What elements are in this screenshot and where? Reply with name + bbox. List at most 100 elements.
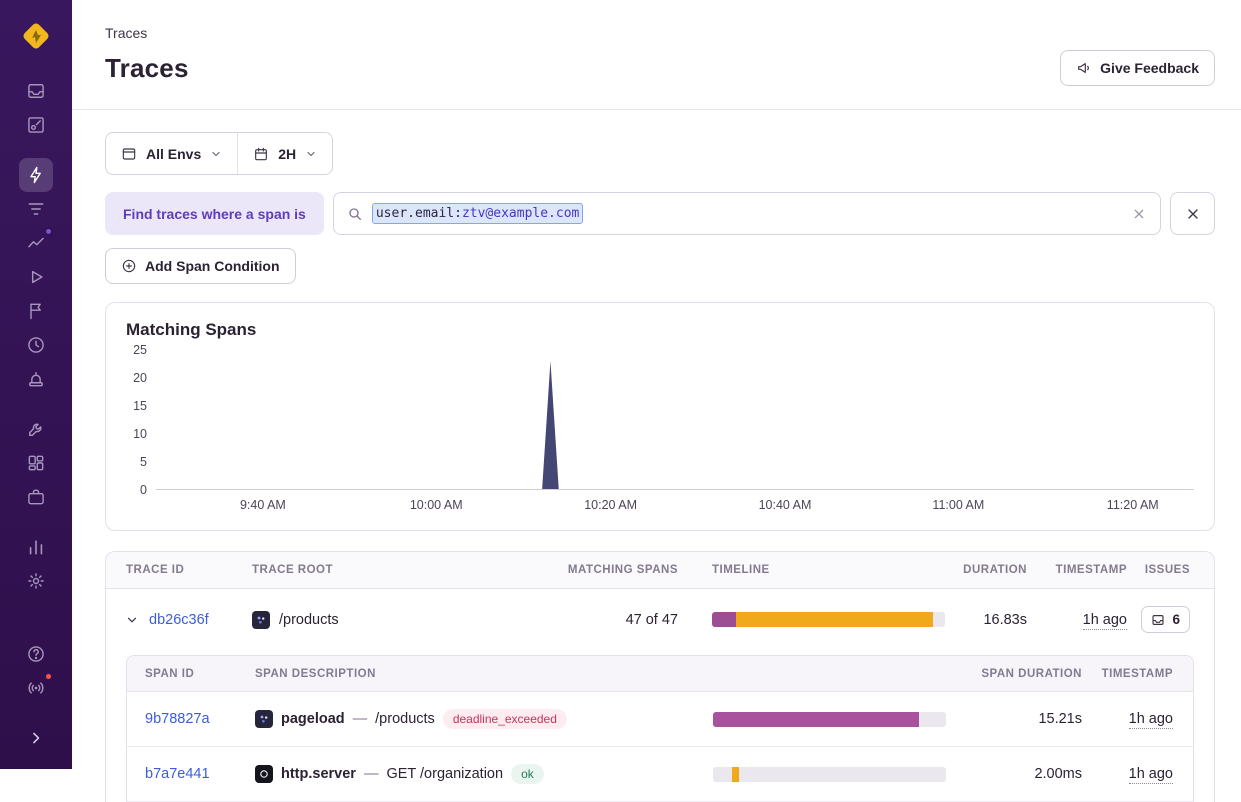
column-header-span-duration: SPAN DURATION <box>953 668 1082 680</box>
span-status-badge: deadline_exceeded <box>443 709 567 729</box>
sidebar-item-insights[interactable] <box>19 192 53 226</box>
breadcrumb[interactable]: Traces <box>105 0 1215 41</box>
search-token-key: user.email: <box>376 206 462 221</box>
timeline-segment <box>712 612 736 627</box>
sidebar-item-projects[interactable] <box>19 480 53 514</box>
span-row: 9b78827a pageload — /products deadline_e… <box>127 692 1193 747</box>
issues-count: 6 <box>1172 612 1180 627</box>
span-id-link[interactable]: 9b78827a <box>145 711 210 727</box>
time-range-filter[interactable]: 2H <box>237 133 332 174</box>
page-filter-bar: All Envs 2H <box>105 132 333 175</box>
insights-icon <box>26 199 46 219</box>
stats-icon <box>26 537 46 557</box>
sidebar-item-whats-new[interactable] <box>19 671 53 705</box>
explore-icon <box>26 115 46 135</box>
duration-value: 16.83s <box>952 612 1027 628</box>
sidebar-item-explore[interactable] <box>19 108 53 142</box>
column-header-duration: DURATION <box>952 564 1027 576</box>
sidebar-item-traces[interactable] <box>19 158 53 192</box>
environment-filter[interactable]: All Envs <box>106 133 237 174</box>
main-content: Traces Traces Give Feedback All Envs <box>72 0 1241 769</box>
chart-body: 2520151050 9:40 AM10:00 AM10:20 AM10:40 … <box>126 350 1194 518</box>
tools-icon <box>26 419 46 439</box>
sidebar-item-alerts[interactable] <box>19 362 53 396</box>
chart-x-axis: 9:40 AM10:00 AM10:20 AM10:40 AM11:00 AM1… <box>156 490 1194 518</box>
timestamp-value: 1h ago <box>1129 711 1173 729</box>
releases-icon <box>26 301 46 321</box>
sidebar-item-replays[interactable] <box>19 260 53 294</box>
span-duration-value: 15.21s <box>953 711 1082 727</box>
chart-plot-column: 9:40 AM10:00 AM10:20 AM10:40 AM11:00 AM1… <box>156 350 1194 518</box>
close-icon <box>1185 206 1201 222</box>
add-condition-row: Add Span Condition <box>105 248 1215 284</box>
chart-y-axis: 2520151050 <box>126 343 156 497</box>
chart-title: Matching Spans <box>126 320 1194 340</box>
chevron-right-icon <box>26 728 46 748</box>
sidebar-collapse-toggle[interactable] <box>19 721 53 755</box>
remove-condition-button[interactable] <box>1170 192 1215 235</box>
clear-search-icon[interactable] <box>1131 206 1147 222</box>
column-header-issues: ISSUES <box>1127 564 1212 576</box>
issues-count-button[interactable]: 6 <box>1141 606 1190 633</box>
sidebar-item-issues[interactable] <box>19 74 53 108</box>
header-divider <box>72 109 1241 110</box>
page-header: Traces Give Feedback <box>105 50 1215 109</box>
replays-icon <box>26 267 46 287</box>
y-tick-label: 5 <box>140 455 147 469</box>
search-token[interactable]: user.email:ztv@example.com <box>372 203 584 224</box>
sidebar-item-help[interactable] <box>19 637 53 671</box>
span-condition-prefix: Find traces where a span is <box>105 192 324 235</box>
traces-table-header: TRACE ID TRACE ROOT MATCHING SPANS TIMEL… <box>106 552 1214 589</box>
timeline-segment <box>713 712 919 727</box>
give-feedback-label: Give Feedback <box>1100 60 1199 76</box>
x-tick-label: 10:00 AM <box>410 498 463 512</box>
x-tick-label: 10:20 AM <box>584 498 637 512</box>
issues-icon <box>26 81 46 101</box>
chart-plot-area[interactable] <box>156 350 1194 490</box>
y-tick-label: 10 <box>133 427 147 441</box>
environment-filter-label: All Envs <box>146 146 201 162</box>
timeline-bar <box>713 712 946 727</box>
sidebar-item-releases[interactable] <box>19 294 53 328</box>
alerts-icon <box>26 369 46 389</box>
projects-icon <box>26 487 46 507</box>
chevron-down-icon <box>305 148 317 160</box>
x-tick-label: 9:40 AM <box>240 498 286 512</box>
column-header-span-description: SPAN DESCRIPTION <box>255 668 713 680</box>
column-header-span-id: SPAN ID <box>127 668 255 680</box>
sidebar-item-stats[interactable] <box>19 530 53 564</box>
add-span-condition-button[interactable]: Add Span Condition <box>105 248 296 284</box>
span-table-header: SPAN ID SPAN DESCRIPTION SPAN DURATION T… <box>127 656 1193 692</box>
issues-icon <box>1151 613 1165 627</box>
span-status-badge: ok <box>511 764 544 784</box>
span-search-input[interactable]: user.email:ztv@example.com <box>333 192 1161 235</box>
table-row: db26c36f /products 47 of 47 16.83s 1h ag… <box>106 589 1214 650</box>
sidebar-item-performance[interactable] <box>19 226 53 260</box>
envs-icon <box>121 146 137 162</box>
performance-icon <box>26 233 46 253</box>
sentry-logo[interactable] <box>18 18 54 54</box>
platform-glyph-icon <box>258 713 270 725</box>
trace-id-link[interactable]: db26c36f <box>149 612 209 628</box>
sentry-logo-icon <box>18 18 54 54</box>
matching-spans-value: 47 of 47 <box>522 612 678 628</box>
sidebar-item-settings[interactable] <box>19 564 53 598</box>
span-id-link[interactable]: b7a7e441 <box>145 766 210 782</box>
y-tick-label: 20 <box>133 371 147 385</box>
give-feedback-button[interactable]: Give Feedback <box>1060 50 1215 86</box>
sidebar-item-tools[interactable] <box>19 412 53 446</box>
separator: — <box>364 766 379 782</box>
whats-new-icon <box>26 678 46 698</box>
sidebar-item-dashboards[interactable] <box>19 446 53 480</box>
sidebar-item-history[interactable] <box>19 328 53 362</box>
traces-icon <box>26 165 46 185</box>
span-description: GET /organization <box>386 766 503 782</box>
timeline-bar <box>712 612 945 627</box>
x-tick-label: 11:20 AM <box>1107 498 1159 512</box>
span-duration-value: 2.00ms <box>953 766 1082 782</box>
column-header-timestamp: TIMESTAMP <box>1027 564 1127 576</box>
traces-table: TRACE ID TRACE ROOT MATCHING SPANS TIMEL… <box>105 551 1215 802</box>
platform-icon <box>252 611 270 629</box>
matching-spans-panel: Matching Spans 2520151050 9:40 AM10:00 A… <box>105 302 1215 531</box>
collapse-row-button[interactable] <box>122 610 142 630</box>
